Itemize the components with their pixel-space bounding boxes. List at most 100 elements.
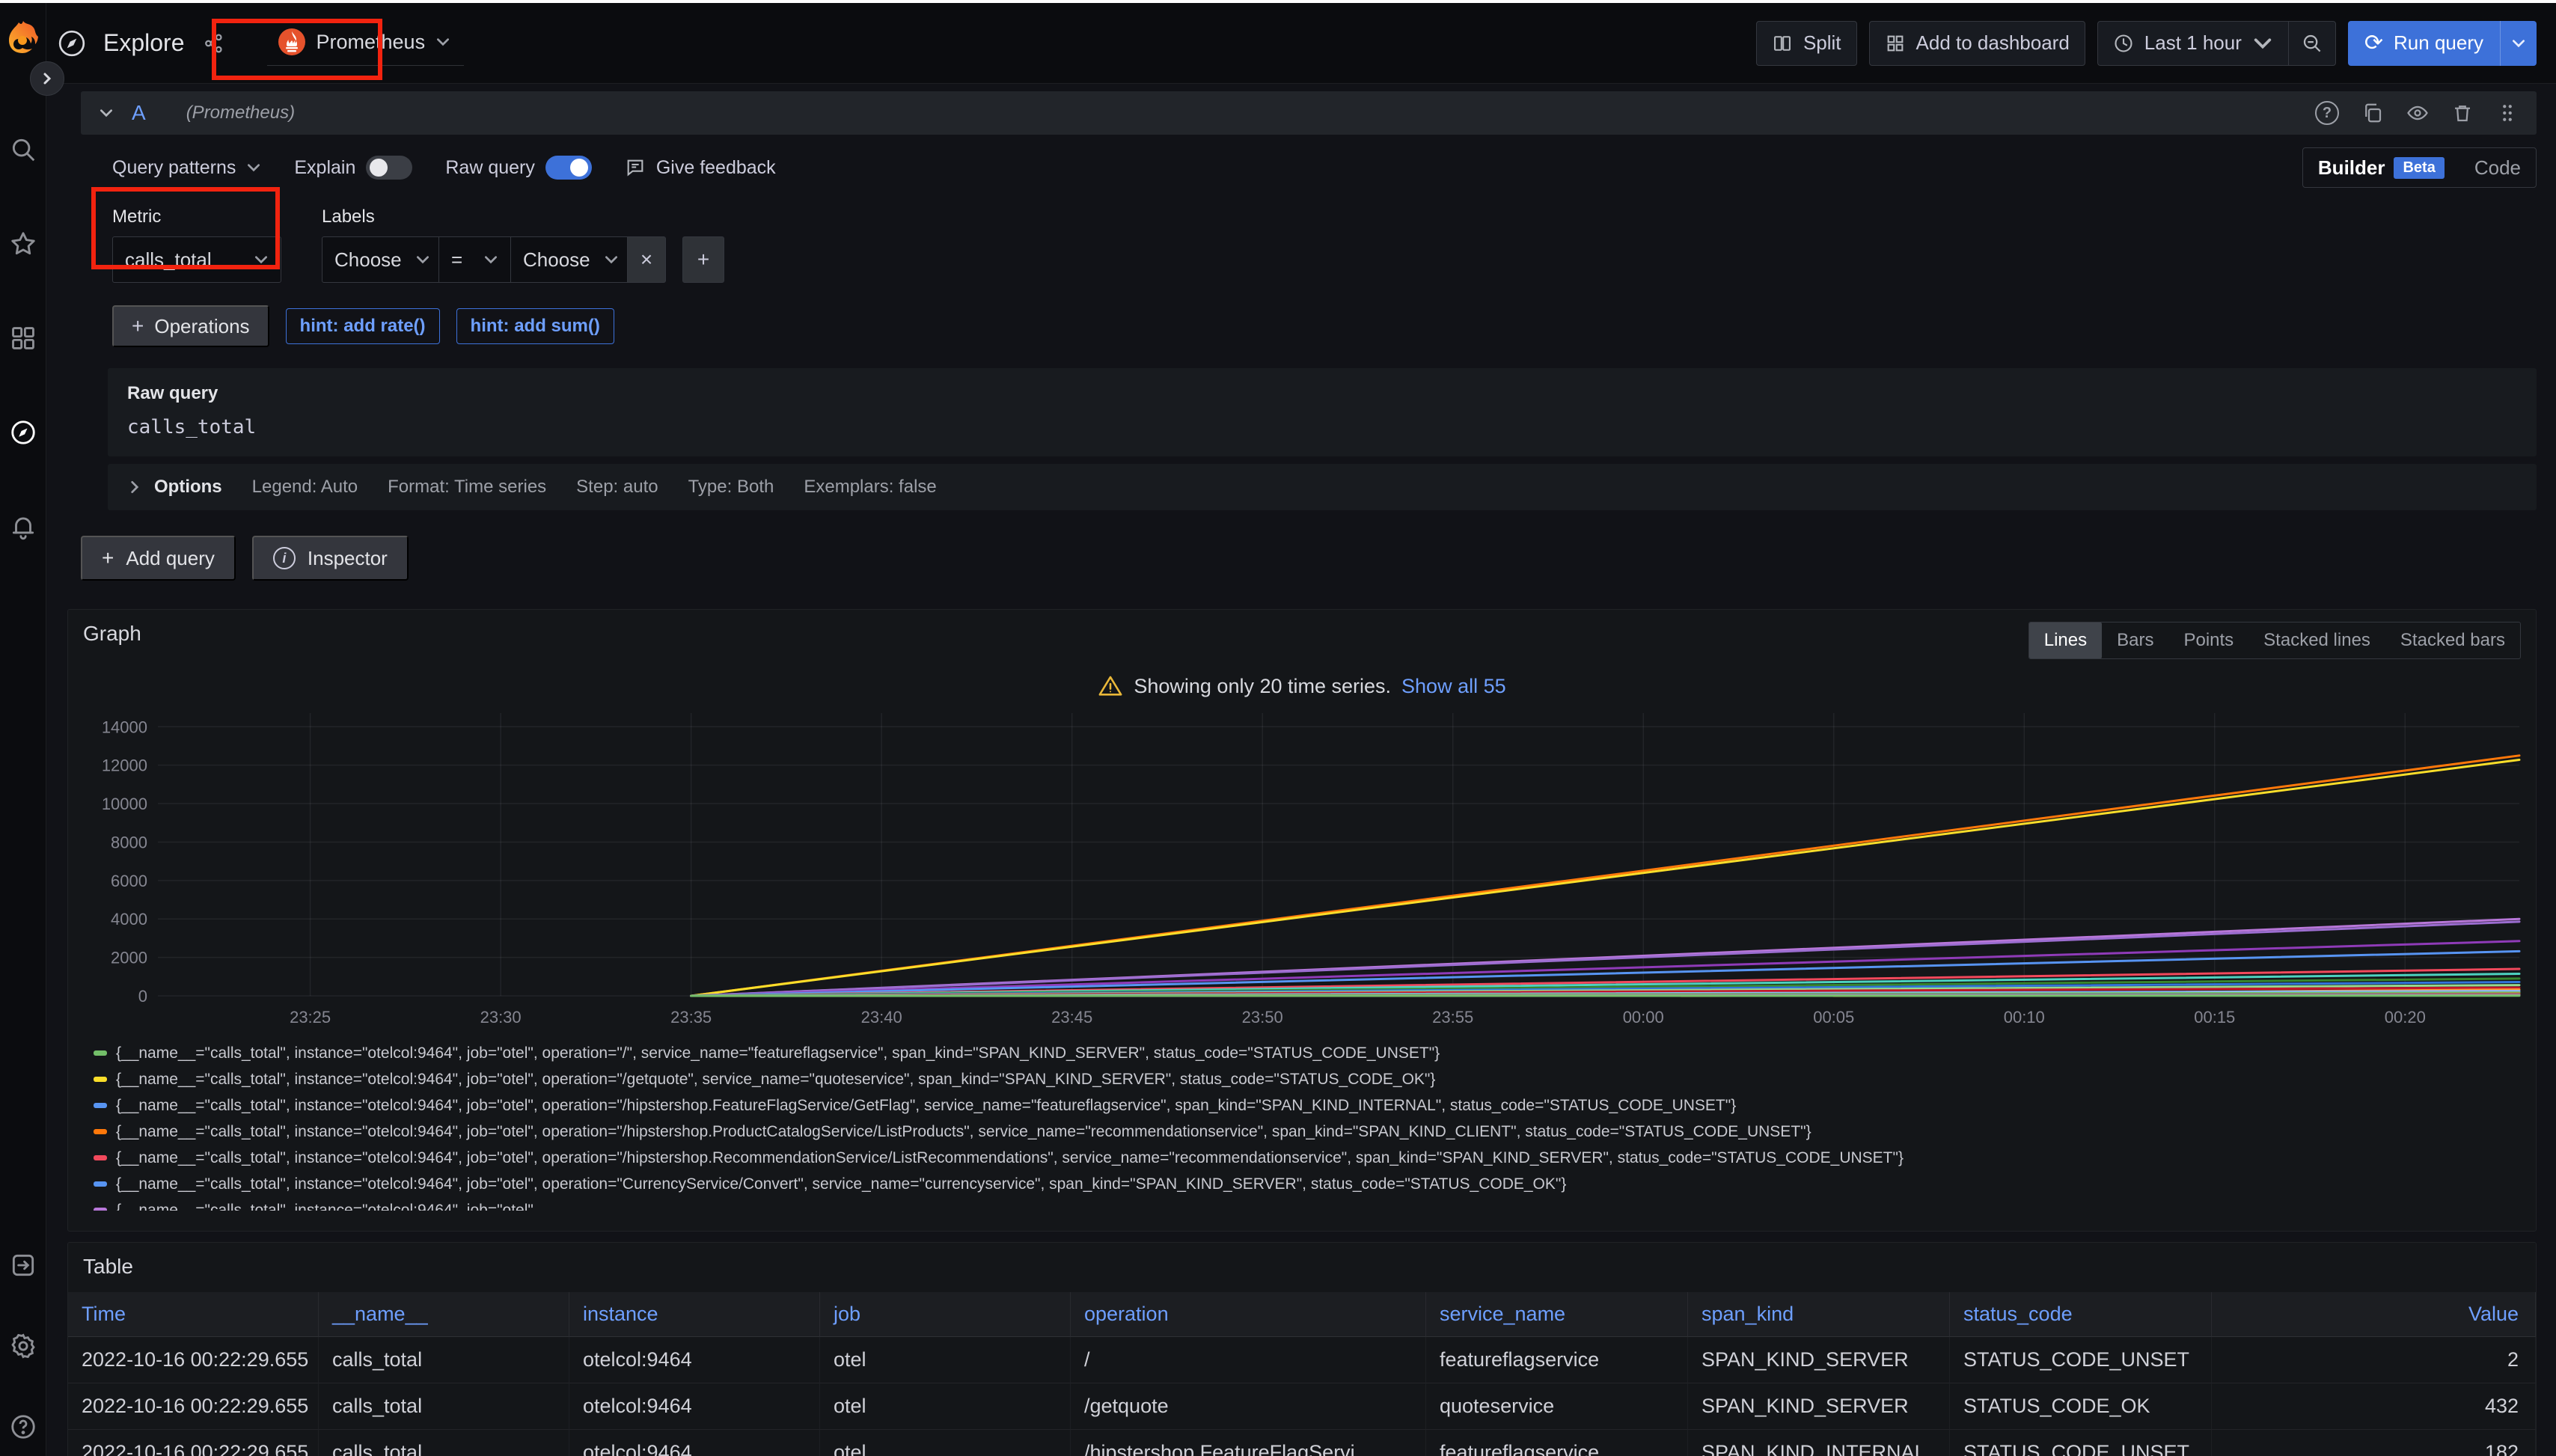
builder-mode-button[interactable]: Builder Beta [2303,148,2459,187]
legend-item[interactable]: {__name__="calls_total", instance="otelc… [94,1040,2521,1066]
options-expander[interactable]: Options [127,477,222,498]
legend-item[interactable]: {__name__="calls_total", instance="otelc… [94,1066,2521,1092]
alerting-bell-icon[interactable] [7,511,39,542]
metric-label: Metric [112,207,281,227]
legend-item[interactable]: {__name__="calls_total", instance="otelc… [94,1197,2521,1211]
give-feedback-link[interactable]: Give feedback [625,157,776,179]
split-button[interactable]: Split [1756,21,1857,66]
x-tick-label: 23:25 [290,1008,331,1027]
sign-in-icon[interactable] [7,1249,39,1281]
query-hint-button-0[interactable]: hint: add rate() [286,308,440,344]
metric-select[interactable]: calls_total [112,236,281,283]
chevron-down-icon [246,160,261,175]
split-icon [1772,33,1793,54]
run-query-dropdown[interactable] [2500,21,2537,66]
run-query-button[interactable]: ⟳ Run query [2348,21,2537,66]
legend-item[interactable]: {__name__="calls_total", instance="otelc… [94,1119,2521,1145]
table-header-spankind[interactable]: span_kind [1688,1292,1950,1337]
grafana-logo[interactable] [5,19,41,55]
table-header-Time[interactable]: Time [68,1292,319,1337]
starred-icon[interactable] [7,228,39,260]
legend-label: {__name__="calls_total", instance="otelc… [116,1097,1736,1115]
labels-label: Labels [322,207,724,227]
x-tick-label: 23:30 [480,1008,522,1027]
duplicate-query-icon[interactable] [2361,102,2384,124]
add-query-button[interactable]: + Add query [81,536,236,581]
raw-query-toggle[interactable] [545,156,592,180]
query-patterns-dropdown[interactable]: Query patterns [112,157,261,179]
legend-item[interactable]: {__name__="calls_total", instance="otelc… [94,1171,2521,1197]
table-cell: quoteservice [1426,1383,1688,1430]
query-help-icon[interactable]: ? [2315,101,2339,125]
table-cell: calls_total [319,1337,569,1383]
table-cell: 2022-10-16 00:22:29.655 [68,1430,319,1456]
plus-icon: + [102,546,114,570]
graph-mode-bars[interactable]: Bars [2102,623,2168,658]
label-value-select[interactable]: Choose [510,236,627,283]
table-cell: calls_total [319,1430,569,1456]
add-to-dashboard-button[interactable]: Add to dashboard [1869,21,2085,66]
table-header-job[interactable]: job [820,1292,1071,1337]
inspector-button[interactable]: i Inspector [252,536,409,581]
search-icon[interactable] [7,134,39,165]
editor-mode-switch: Builder Beta Code [2302,147,2537,188]
table-header-operation[interactable]: operation [1071,1292,1426,1337]
remove-label-filter-button[interactable]: × [627,236,666,283]
query-collapse-chevron-icon[interactable] [99,105,114,120]
series-limit-warning: Showing only 20 time series. Show all 55 [83,670,2521,703]
y-tick-label: 8000 [111,833,147,851]
x-tick-label: 00:05 [1813,1008,1854,1027]
table-header-Value[interactable]: Value [2212,1292,2536,1337]
drag-handle-icon[interactable] [2496,102,2519,124]
show-all-series-link[interactable]: Show all 55 [1401,675,1506,698]
sidebar-expand-chevron-icon[interactable] [30,61,64,96]
table-panel-title: Table [68,1255,2536,1279]
graph-mode-lines[interactable]: Lines [2029,623,2102,658]
table-cell: STATUS_CODE_OK [1950,1383,2212,1430]
label-name-select[interactable]: Choose [322,236,438,283]
table-cell: SPAN_KIND_SERVER [1688,1337,1950,1383]
table-header-statuscode[interactable]: status_code [1950,1292,2212,1337]
legend-item[interactable]: {__name__="calls_total", instance="otelc… [94,1092,2521,1119]
share-icon[interactable] [203,32,225,55]
graph-mode-points[interactable]: Points [2168,623,2248,658]
query-editor: A (Prometheus) ? Query patterns [81,91,2537,581]
raw-query-toggle-group: Raw query [445,156,592,180]
table-cell: 2022-10-16 00:22:29.655 [68,1337,319,1383]
hide-response-eye-icon[interactable] [2406,102,2429,124]
time-zoom-out-button[interactable] [2288,22,2335,65]
option-summary-item: Exemplars: false [804,477,936,498]
table-header-name[interactable]: __name__ [319,1292,569,1337]
add-operation-button[interactable]: + Operations [112,305,269,347]
query-hint-button-1[interactable]: hint: add sum() [456,308,614,344]
remove-query-trash-icon[interactable] [2451,102,2474,124]
code-mode-button[interactable]: Code [2459,148,2536,187]
option-summary-item: Format: Time series [388,477,546,498]
label-operator-select[interactable]: = [438,236,510,283]
table-header-instance[interactable]: instance [569,1292,820,1337]
chevron-down-icon [2511,36,2526,51]
dashboards-icon[interactable] [7,322,39,354]
navbar: Explore Prometheus Split [46,3,2556,84]
option-summary-item: Type: Both [688,477,774,498]
options-summary: Legend: AutoFormat: Time seriesStep: aut… [252,477,937,498]
explain-toggle[interactable] [366,156,412,180]
y-tick-label: 10000 [102,795,147,813]
help-icon[interactable] [7,1411,39,1443]
datasource-picker[interactable]: Prometheus [267,20,465,66]
table-header-servicename[interactable]: service_name [1426,1292,1688,1337]
time-range-picker[interactable]: Last 1 hour [2098,22,2288,65]
add-label-filter-button[interactable]: + [682,236,724,283]
settings-gear-icon[interactable] [7,1330,39,1362]
option-summary-item: Step: auto [576,477,658,498]
table-cell: /getquote [1071,1383,1426,1430]
explain-toggle-group: Explain [294,156,412,180]
legend-label: {__name__="calls_total", instance="otelc… [116,1071,1435,1089]
legend-item[interactable]: {__name__="calls_total", instance="otelc… [94,1145,2521,1171]
explore-icon[interactable] [7,417,39,448]
query-options-row: Options Legend: AutoFormat: Time seriesS… [108,464,2537,510]
legend-swatch [94,1208,107,1211]
graph-mode-stacked-lines[interactable]: Stacked lines [2248,623,2385,658]
x-tick-label: 00:00 [1623,1008,1664,1027]
graph-mode-stacked-bars[interactable]: Stacked bars [2385,623,2520,658]
